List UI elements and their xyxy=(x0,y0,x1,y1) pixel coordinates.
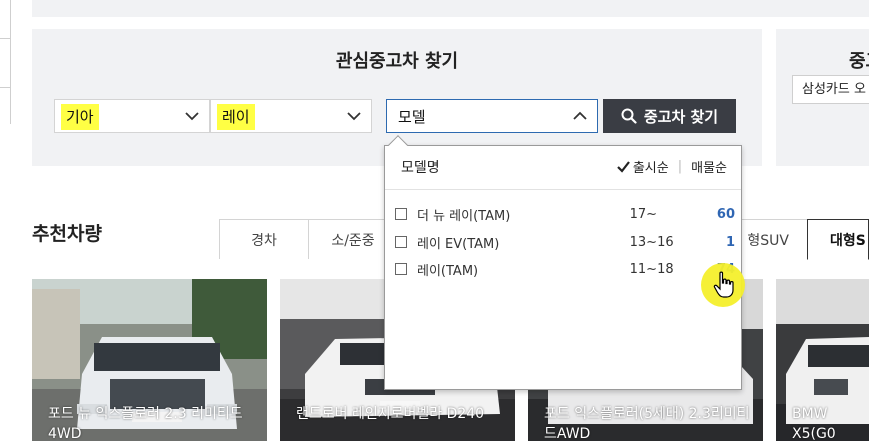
detail-model-select[interactable]: 모델 xyxy=(386,99,598,133)
side-card-select[interactable]: 삼성카드 오 xyxy=(792,75,869,104)
side-panel: 중고 삼성카드 오 xyxy=(776,29,869,166)
model-select-value: 레이 xyxy=(217,104,255,130)
model-option-name: 레이(TAM) xyxy=(417,263,479,279)
model-option-name: 레이 EV(TAM) xyxy=(417,236,500,252)
detail-model-select-value: 모델 xyxy=(398,108,426,126)
checkbox[interactable] xyxy=(395,236,407,248)
tab-compact[interactable]: 경차 xyxy=(219,219,309,259)
divider xyxy=(0,38,11,39)
find-used-car-label: 중고차 찾기 xyxy=(643,107,719,126)
recommended-cars-title: 추천차량 xyxy=(32,223,102,245)
checkbox[interactable] xyxy=(395,208,407,220)
checkbox[interactable] xyxy=(395,263,407,275)
car-card-title: 포드 익스플로러(5세대) 2.3리미티드AWD xyxy=(544,406,750,441)
car-card-title: 랜드로버 레인지로버벨라 D240 xyxy=(296,406,485,422)
left-column-edge xyxy=(0,0,11,124)
dropdown-header: 모델명 출시순 | 매물순 xyxy=(385,146,741,190)
search-icon xyxy=(621,108,637,124)
chevron-down-icon xyxy=(185,112,199,121)
model-option-name: 더 뉴 레이(TAM) xyxy=(417,208,511,224)
hand-pointer-icon xyxy=(713,271,734,298)
chevron-up-icon xyxy=(573,111,587,120)
side-panel-title: 중고 xyxy=(849,51,869,72)
sort-by-release-button[interactable]: 출시순 xyxy=(633,157,669,176)
maker-select[interactable]: 기아 xyxy=(54,99,210,133)
model-option-count: 60 xyxy=(716,206,735,222)
model-option-count: 1 xyxy=(725,234,735,250)
find-used-car-button[interactable]: 중고차 찾기 xyxy=(603,99,736,133)
top-banner-strip xyxy=(32,0,869,17)
sort-options: 출시순 | 매물순 xyxy=(617,157,727,176)
search-panel-title: 관심중고차 찾기 xyxy=(335,51,459,72)
model-option-years: 11~18 xyxy=(629,261,674,277)
car-card[interactable]: BMW X5(G0 xyxy=(776,279,869,441)
divider xyxy=(0,87,11,88)
model-option-years: 13~16 xyxy=(629,234,674,250)
model-name-header: 모델명 xyxy=(401,160,440,176)
model-option[interactable]: 더 뉴 레이(TAM) 17~ 60 xyxy=(395,201,735,227)
model-option[interactable]: 레이 EV(TAM) 13~16 1 xyxy=(395,229,735,255)
check-icon xyxy=(617,160,630,173)
car-card-title: 포드 뉴 익스플로러 2.3 리미티드 4WD xyxy=(48,406,243,441)
model-select[interactable]: 레이 xyxy=(210,99,372,133)
car-card[interactable]: 포드 뉴 익스플로러 2.3 리미티드 4WD xyxy=(32,279,267,441)
model-option-years: 17~ xyxy=(629,206,658,222)
chevron-down-icon xyxy=(347,112,361,121)
tab-large-suv[interactable]: 대형S xyxy=(807,219,869,260)
sort-by-count-button[interactable]: 매물순 xyxy=(691,157,727,176)
maker-select-value: 기아 xyxy=(61,104,99,130)
model-dropdown: 모델명 출시순 | 매물순 더 뉴 레이(TAM) 17~ 60 레이 EV(T… xyxy=(384,135,742,390)
model-option[interactable]: 레이(TAM) 11~18 74 xyxy=(395,256,735,282)
page: 관심중고차 찾기 기아 레이 모델 중고차 찾기 중고 삼성카드 오 추천차량 … xyxy=(0,0,869,441)
car-card-title: BMW X5(G0 xyxy=(792,406,836,441)
sort-separator: | xyxy=(677,159,683,174)
